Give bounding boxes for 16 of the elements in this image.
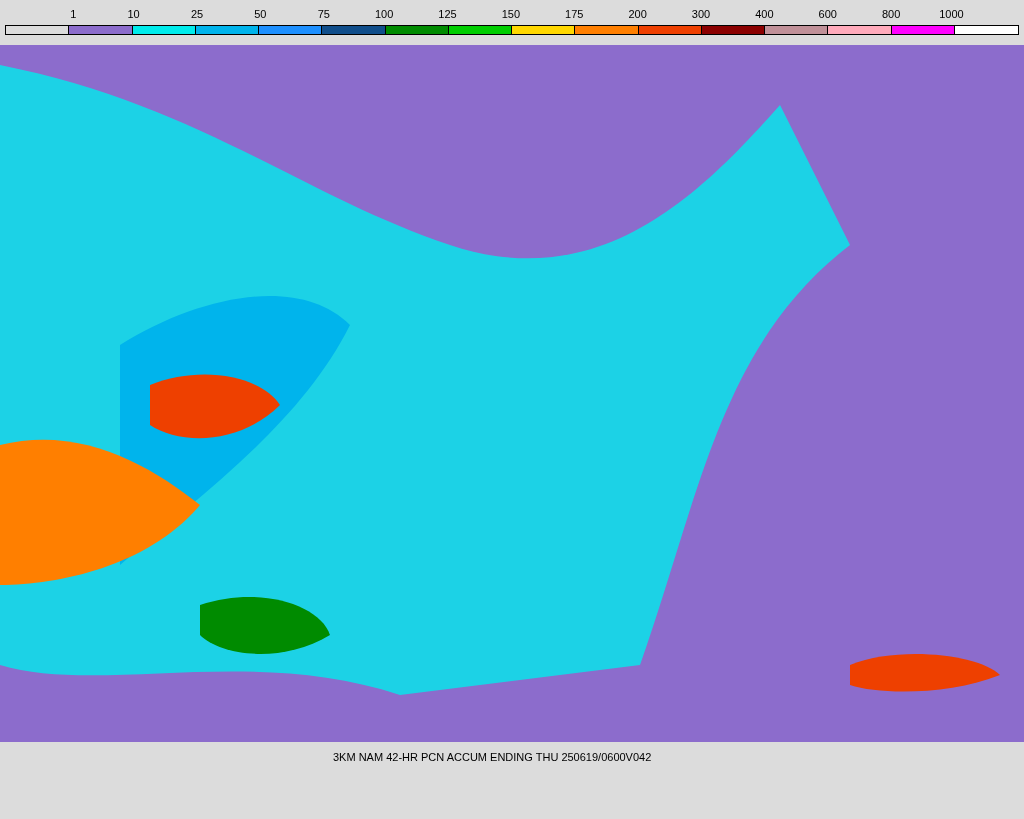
legend-label: 1000: [939, 7, 964, 21]
legend-label: 1: [70, 7, 77, 21]
legend-label: 800: [881, 7, 901, 21]
legend-label: 100: [374, 7, 394, 21]
legend-label: 50: [254, 7, 267, 21]
legend-label: 600: [818, 7, 837, 21]
map-caption: 3KM NAM 42-HR PCN ACCUM ENDING THU 250619/0600V042: [333, 750, 652, 765]
legend-label: 150: [501, 7, 520, 21]
legend-label: 175: [565, 7, 584, 21]
legend-label: 75: [317, 7, 330, 21]
legend-label: 200: [628, 7, 647, 21]
legend-label: 10: [127, 7, 140, 21]
legend-label: 400: [755, 7, 774, 21]
legend-label: 25: [190, 7, 204, 21]
legend-label: 125: [438, 7, 457, 21]
legend-label: 300: [691, 7, 711, 21]
